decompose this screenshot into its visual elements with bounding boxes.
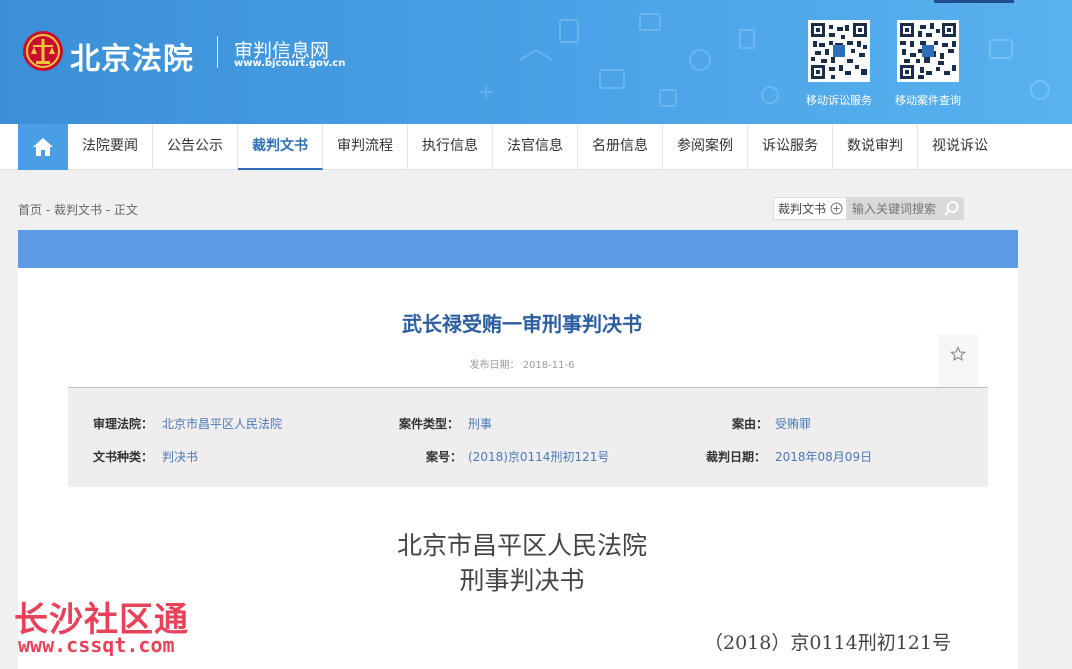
cause-value[interactable]: 受贿罪	[775, 415, 811, 432]
nav-home-button[interactable]	[18, 124, 68, 170]
qr-label-litigation: 移动诉讼服务	[806, 94, 872, 107]
site-header: 北京法院 审判信息网 www.bjcourt.gov.cn 移动诉讼服务 移动案…	[0, 0, 1072, 124]
qr-code-case-query[interactable]	[897, 20, 959, 82]
nav-item-announcements[interactable]: 公告公示	[153, 124, 238, 170]
qr-code-litigation[interactable]	[808, 20, 870, 82]
watermark-url: www.cssqt.com	[18, 633, 175, 657]
publish-date: 发布日期： 2018-11-6	[469, 360, 575, 371]
nav-item-court-news[interactable]: 法院要闻	[68, 124, 153, 170]
site-title[interactable]: 北京法院	[70, 34, 194, 78]
cause-label: 案由：	[732, 417, 769, 431]
case-type-value[interactable]: 刑事	[468, 415, 492, 432]
doc-kind-value[interactable]: 判决书	[162, 448, 198, 465]
search-icon[interactable]	[943, 200, 960, 217]
nav-item-reference-cases[interactable]: 参阅案例	[663, 124, 748, 170]
nav-item-rosters[interactable]: 名册信息	[578, 124, 663, 170]
qr-code-icon	[900, 23, 956, 79]
nav-items: 法院要闻 公告公示 裁判文书 审判流程 执行信息 法官信息 名册信息 参阅案例 …	[68, 124, 1002, 170]
nav-item-trial-data[interactable]: 数说审判	[833, 124, 918, 170]
document-case-number: （2018）京0114刑初121号	[704, 632, 951, 654]
judgment-date-value: 2018年08月09日	[775, 450, 873, 464]
case-meta-panel: 审理法院： 北京市昌平区人民法院 案件类型： 刑事 案由： 受贿罪 文书种类： …	[68, 387, 988, 487]
search-category-select[interactable]: 裁判文书	[773, 197, 847, 220]
case-no-value[interactable]: (2018)京0114刑初121号	[468, 448, 609, 465]
main-nav: 法院要闻 公告公示 裁判文书 审判流程 执行信息 法官信息 名册信息 参阅案例 …	[0, 124, 1072, 170]
search-category-label: 裁判文书	[778, 202, 827, 216]
nav-item-enforcement[interactable]: 执行信息	[408, 124, 493, 170]
court-value[interactable]: 北京市昌平区人民法院	[162, 415, 282, 432]
plus-circle-icon	[830, 202, 843, 215]
nav-item-video-litigation[interactable]: 视说诉讼	[918, 124, 1002, 170]
site-url: www.bjcourt.gov.cn	[234, 58, 346, 69]
nav-item-litigation-services[interactable]: 诉讼服务	[748, 124, 833, 170]
nav-item-judgments[interactable]: 裁判文书	[238, 124, 323, 170]
case-type-label: 案件类型：	[399, 417, 460, 431]
home-icon	[33, 138, 53, 156]
court-emblem-icon[interactable]	[22, 30, 64, 72]
document-court-heading: 北京市昌平区人民法院	[396, 531, 647, 560]
qr-label-case-query: 移动案件查询	[895, 94, 961, 107]
court-label: 审理法院：	[93, 417, 154, 431]
header-top-accent	[934, 0, 1014, 3]
breadcrumb[interactable]: 首页 - 裁判文书 - 正文	[18, 201, 138, 218]
judgment-date-label: 裁判日期：	[706, 450, 767, 464]
case-no-label: 案号：	[426, 450, 463, 464]
card-header-bar	[18, 230, 1018, 268]
nav-item-trial-process[interactable]: 审判流程	[323, 124, 408, 170]
logo-divider	[217, 36, 218, 68]
favorite-button[interactable]	[938, 334, 978, 374]
nav-item-judges[interactable]: 法官信息	[493, 124, 578, 170]
star-icon	[950, 346, 966, 362]
document-title: 武长禄受贿一审刑事判决书	[402, 312, 642, 336]
qr-code-icon	[811, 23, 867, 79]
doc-kind-label: 文书种类：	[93, 450, 154, 464]
search-bar: 裁判文书	[773, 197, 964, 220]
